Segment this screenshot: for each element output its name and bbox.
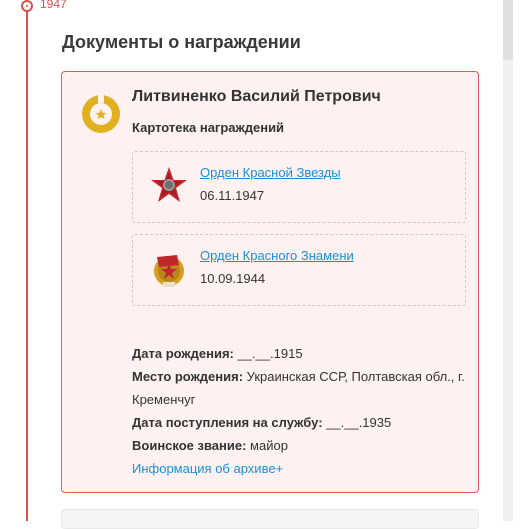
- birth-place-row: Место рождения: Украинская ССР, Полтавск…: [132, 365, 467, 411]
- service-date-row: Дата поступления на службу: __.__.1935: [132, 411, 467, 434]
- card-subtitle: Картотека награждений: [132, 120, 285, 135]
- award-date: 06.11.1947: [200, 188, 265, 203]
- timeline-year: 1947: [40, 0, 67, 11]
- award-item: Орден Красной Звезды 06.11.1947: [132, 151, 466, 223]
- award-link[interactable]: Орден Красной Звезды: [200, 165, 341, 180]
- birth-date-value: __.__.1915: [233, 346, 303, 361]
- birth-place-label: Место рождения:: [132, 369, 244, 384]
- award-link[interactable]: Орден Красного Знамени: [200, 248, 354, 263]
- award-badge-icon: [82, 94, 120, 133]
- red-banner-order-icon: [154, 255, 184, 287]
- award-item: Орден Красного Знамени 10.09.1944: [132, 234, 466, 306]
- rank-row: Воинское звание: майор: [132, 434, 467, 457]
- timeline-line: [26, 0, 28, 521]
- birth-date-row: Дата рождения: __.__.1915: [132, 342, 467, 365]
- next-document-card: [61, 509, 479, 529]
- red-star-order-icon: [151, 167, 187, 202]
- scrollbar-track[interactable]: [503, 0, 513, 521]
- scrollbar-thumb[interactable]: [503, 0, 513, 60]
- timeline-marker: [21, 0, 33, 12]
- person-details: Дата рождения: __.__.1915 Место рождения…: [132, 342, 467, 480]
- service-date-value: __.__.1935: [322, 415, 392, 430]
- rank-label: Воинское звание:: [132, 438, 247, 453]
- person-name: Литвиненко Василий Петрович: [132, 88, 381, 105]
- service-date-label: Дата поступления на службу:: [132, 415, 323, 430]
- birth-date-label: Дата рождения:: [132, 346, 234, 361]
- section-title: Документы о награждении: [62, 32, 301, 52]
- rank-value: майор: [246, 438, 288, 453]
- archive-info-link[interactable]: Информация об архиве+: [132, 461, 283, 476]
- award-date: 10.09.1944: [200, 271, 266, 286]
- award-document-card: Литвиненко Василий Петрович Картотека на…: [61, 71, 479, 493]
